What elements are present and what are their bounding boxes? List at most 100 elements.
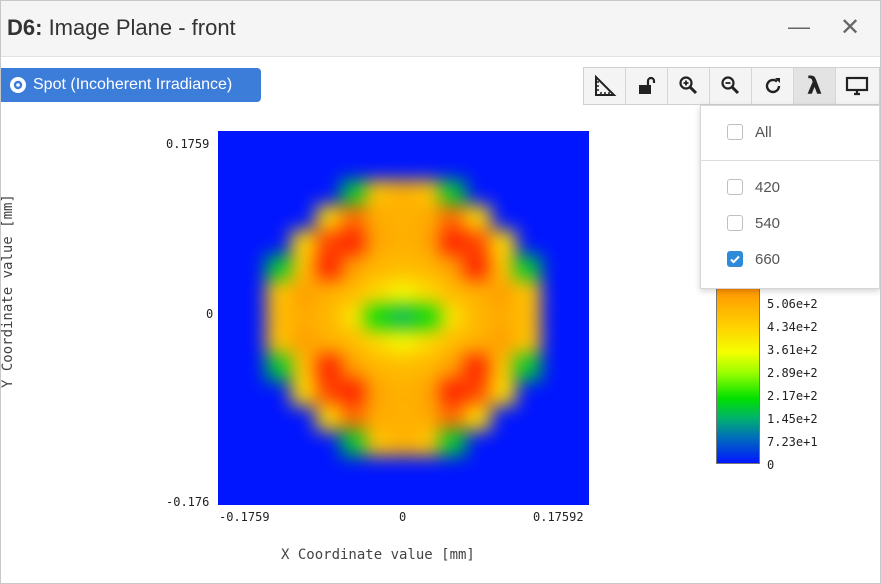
heatmap-cell xyxy=(390,279,417,307)
heatmap-cell xyxy=(464,404,492,432)
heatmap-cell xyxy=(291,304,318,332)
heatmap-cell xyxy=(464,354,492,382)
heatmap-cell xyxy=(513,354,541,382)
x-tick-label: -0.1759 xyxy=(219,510,270,524)
heatmap-cell xyxy=(340,379,368,407)
heatmap-cell xyxy=(414,179,442,207)
heatmap-cell xyxy=(365,229,393,257)
lambda-icon: λ xyxy=(806,72,823,100)
heatmap-cell xyxy=(266,254,294,282)
monitor-icon xyxy=(845,76,868,96)
checkbox[interactable] xyxy=(727,215,743,231)
heatmap-cell xyxy=(464,304,492,332)
heatmap-cell xyxy=(291,229,318,257)
heatmap-cell xyxy=(365,204,393,232)
zoom-in-button[interactable] xyxy=(668,68,710,104)
x-axis-label: X Coordinate value [mm] xyxy=(281,547,475,563)
heatmap-cell xyxy=(340,354,368,382)
heatmap-cell xyxy=(315,204,343,232)
heatmap-cell xyxy=(365,304,393,332)
heatmap-cell xyxy=(390,254,417,282)
heatmap-cell xyxy=(365,354,393,382)
plot-toolbar: λ xyxy=(583,67,880,105)
zoom-out-button[interactable] xyxy=(710,68,752,104)
heatmap-cell xyxy=(340,429,368,457)
minimize-button[interactable]: — xyxy=(781,9,817,45)
heatmap-cell xyxy=(390,429,417,457)
heatmap-cell xyxy=(489,279,516,307)
wavelength-option-660[interactable]: 660 xyxy=(727,249,780,269)
refresh-button[interactable] xyxy=(752,68,794,104)
colorbar-label: 4.34e+2 xyxy=(767,320,818,334)
heatmap-cell xyxy=(291,329,318,357)
heatmap-cell xyxy=(365,379,393,407)
heatmap-cell xyxy=(340,179,368,207)
heatmap-cell xyxy=(414,379,442,407)
heatmap-cell xyxy=(315,279,343,307)
heatmap-cell xyxy=(266,279,294,307)
colorbar-label: 7.23e+1 xyxy=(767,435,818,449)
heatmap-cell xyxy=(489,354,516,382)
heatmap-cell xyxy=(439,279,467,307)
ruler-icon xyxy=(594,74,616,96)
heatmap-cell xyxy=(414,229,442,257)
heatmap-cell xyxy=(390,329,417,357)
heatmap-cell xyxy=(315,379,343,407)
heatmap-cell xyxy=(365,179,393,207)
colorbar-label: 2.89e+2 xyxy=(767,366,818,380)
heatmap-cell xyxy=(414,279,442,307)
wavelength-option-all[interactable]: All xyxy=(727,122,772,142)
heatmap-cell xyxy=(365,329,393,357)
heatmap-cell xyxy=(266,329,294,357)
checkbox[interactable] xyxy=(727,124,743,140)
heatmap-cell xyxy=(513,304,541,332)
minimize-icon: — xyxy=(788,14,810,39)
gear-icon xyxy=(10,77,26,93)
heatmap-cell xyxy=(365,254,393,282)
heatmap-cell xyxy=(464,254,492,282)
heatmap-cell xyxy=(340,204,368,232)
heatmap-cell xyxy=(439,354,467,382)
y-tick-label: 0 xyxy=(206,307,214,321)
heatmap-cell xyxy=(489,254,516,282)
wavelength-option-420[interactable]: 420 xyxy=(727,177,780,197)
heatmap-cell xyxy=(414,404,442,432)
irradiance-heatmap[interactable] xyxy=(218,131,589,505)
heatmap-cell xyxy=(390,229,417,257)
heatmap-cell xyxy=(439,304,467,332)
spot-mode-button[interactable]: Spot (Incoherent Irradiance) xyxy=(1,68,261,102)
heatmap-cell xyxy=(390,304,417,332)
option-label: 660 xyxy=(755,250,781,268)
heatmap-cell xyxy=(365,404,393,432)
close-button[interactable]: ✕ xyxy=(832,9,868,45)
heatmap-cell xyxy=(464,329,492,357)
wavelength-option-540[interactable]: 540 xyxy=(727,213,780,233)
x-tick-label: 0.17592 xyxy=(533,510,584,524)
heatmap-cell xyxy=(266,354,294,382)
unlock-button[interactable] xyxy=(626,68,668,104)
heatmap-cell xyxy=(439,229,467,257)
colorbar-label: 2.17e+2 xyxy=(767,389,818,403)
heatmap-cell xyxy=(340,329,368,357)
heatmap-cell xyxy=(315,329,343,357)
checkbox[interactable] xyxy=(727,179,743,195)
ruler-button[interactable] xyxy=(584,68,626,104)
heatmap-cell xyxy=(464,379,492,407)
heatmap-cell xyxy=(489,329,516,357)
heatmap-cell xyxy=(291,379,318,407)
heatmap-cell xyxy=(414,204,442,232)
wavelength-button[interactable]: λ xyxy=(794,68,836,104)
wavelength-dropdown: All 420 540 660 xyxy=(700,105,880,289)
heatmap-cell xyxy=(439,379,467,407)
heatmap-cells xyxy=(218,131,589,505)
divider xyxy=(701,160,879,161)
colorbar-label: 1.45e+2 xyxy=(767,412,818,426)
checkbox-checked[interactable] xyxy=(727,251,743,267)
heatmap-cell xyxy=(340,304,368,332)
heatmap-cell xyxy=(291,354,318,382)
heatmap-cell xyxy=(414,329,442,357)
heatmap-cell xyxy=(513,254,541,282)
heatmap-cell xyxy=(390,379,417,407)
heatmap-cell xyxy=(439,179,467,207)
display-button[interactable] xyxy=(836,68,877,104)
